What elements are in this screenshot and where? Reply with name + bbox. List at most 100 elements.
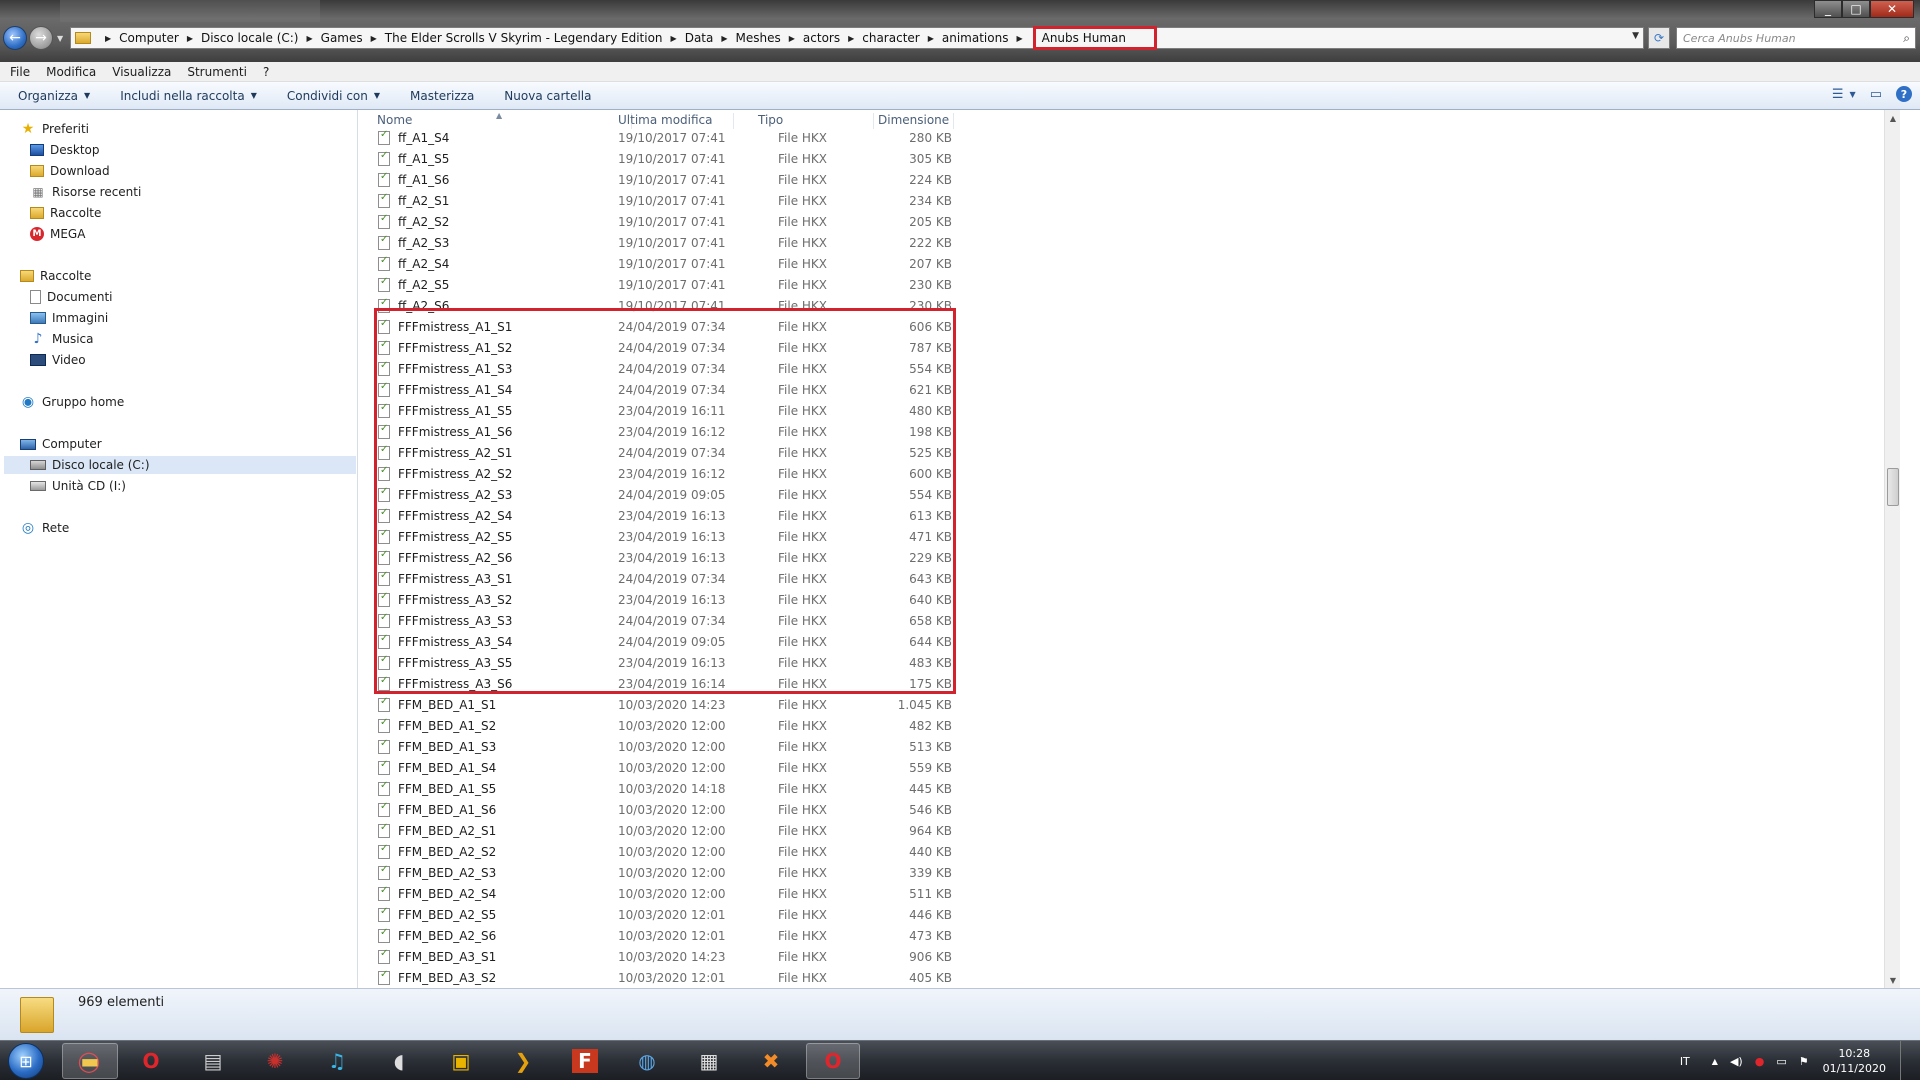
- breadcrumb-skyrim[interactable]: The Elder Scrolls V Skyrim - Legendary E…: [385, 31, 663, 45]
- taskbar-opera-active-icon[interactable]: O: [806, 1043, 860, 1079]
- back-button[interactable]: ←: [3, 26, 27, 50]
- menu-modifica[interactable]: Modifica: [46, 65, 96, 79]
- organizza-button[interactable]: Organizza ▼: [18, 89, 90, 103]
- nav-gruppo-home[interactable]: ◉ Gruppo home: [20, 393, 124, 411]
- nav-raccolte[interactable]: Raccolte: [20, 267, 91, 285]
- file-row[interactable]: ff_A2_S3 19/10/2017 07:41 File HKX 222 KB: [378, 232, 1298, 253]
- file-row[interactable]: FFM_BED_A1_S4 10/03/2020 12:00 File HKX 559…: [378, 757, 1298, 778]
- view-options-icon[interactable]: ☰: [1832, 87, 1844, 102]
- file-row[interactable]: FFM_BED_A1_S1 10/03/2020 14:23 File HKX 1.0…: [378, 694, 1298, 715]
- close-button[interactable]: ✕: [1870, 0, 1914, 18]
- nav-risorse-recenti[interactable]: ▦ Risorse recenti: [30, 183, 141, 201]
- nav-video[interactable]: Video: [30, 351, 86, 369]
- taskbar-itunes-icon[interactable]: ♫: [312, 1043, 362, 1079]
- forward-button[interactable]: →: [29, 26, 53, 50]
- nav-computer[interactable]: Computer: [20, 435, 102, 453]
- file-row[interactable]: FFFmistress_A1_S5 23/04/2019 16:11 File HK…: [378, 400, 1298, 421]
- recent-pages-dropdown[interactable]: ▼: [57, 34, 63, 43]
- breadcrumb-meshes[interactable]: Meshes: [736, 31, 781, 45]
- taskbar-filezilla-icon[interactable]: F: [560, 1043, 610, 1079]
- file-row[interactable]: FFFmistress_A3_S1 24/04/2019 07:34 File HK…: [378, 568, 1298, 589]
- file-row[interactable]: ff_A2_S4 19/10/2017 07:41 File HKX 207 KB: [378, 253, 1298, 274]
- file-row[interactable]: FFM_BED_A1_S3 10/03/2020 12:00 File HKX 513…: [378, 736, 1298, 757]
- file-row[interactable]: ff_A1_S4 19/10/2017 07:41 File HKX 280 KB: [378, 127, 1298, 148]
- nav-unita-cd[interactable]: Unità CD (I:): [30, 477, 126, 495]
- nav-desktop[interactable]: Desktop: [30, 141, 100, 159]
- taskbar-game-icon[interactable]: ✺: [250, 1043, 300, 1079]
- file-row[interactable]: FFFmistress_A1_S3 24/04/2019 07:34 File HK…: [378, 358, 1298, 379]
- file-row[interactable]: FFFmistress_A1_S6 23/04/2019 16:12 File HK…: [378, 421, 1298, 442]
- show-desktop-button[interactable]: [1900, 1041, 1910, 1080]
- volume-icon[interactable]: ◀): [1730, 1055, 1743, 1068]
- file-row[interactable]: FFM_BED_A1_S5 10/03/2020 14:18 File HKX 445…: [378, 778, 1298, 799]
- menu-help[interactable]: ?: [263, 65, 269, 79]
- nav-musica[interactable]: ♪ Musica: [30, 330, 94, 348]
- breadcrumb-computer[interactable]: Computer: [119, 31, 179, 45]
- network-tray-icon[interactable]: ▭: [1776, 1055, 1786, 1068]
- refresh-button[interactable]: ⟳: [1648, 27, 1670, 49]
- nav-rete[interactable]: ◎ Rete: [20, 519, 69, 537]
- chevron-right-icon[interactable]: ▶: [187, 34, 193, 43]
- nav-preferiti[interactable]: ★ Preferiti: [20, 120, 89, 138]
- chevron-right-icon[interactable]: ▶: [848, 34, 854, 43]
- file-row[interactable]: FFM_BED_A2_S3 10/03/2020 12:00 File HKX 339…: [378, 862, 1298, 883]
- file-row[interactable]: FFFmistress_A1_S1 24/04/2019 07:34 File HK…: [378, 316, 1298, 337]
- file-row[interactable]: FFM_BED_A1_S6 10/03/2020 12:00 File HKX 546…: [378, 799, 1298, 820]
- file-row[interactable]: ff_A1_S5 19/10/2017 07:41 File HKX 305 KB: [378, 148, 1298, 169]
- file-row[interactable]: FFFmistress_A3_S4 24/04/2019 09:05 File HK…: [378, 631, 1298, 652]
- file-row[interactable]: FFM_BED_A2_S6 10/03/2020 12:01 File HKX 473…: [378, 925, 1298, 946]
- maximize-button[interactable]: □: [1842, 0, 1870, 18]
- taskbar-explorer-icon[interactable]: ▬: [62, 1043, 118, 1079]
- breadcrumb-data[interactable]: Data: [685, 31, 714, 45]
- menu-visualizza[interactable]: Visualizza: [112, 65, 171, 79]
- file-row[interactable]: FFFmistress_A2_S4 23/04/2019 16:13 File HK…: [378, 505, 1298, 526]
- address-dropdown-icon[interactable]: ▼: [1632, 31, 1639, 41]
- chevron-right-icon[interactable]: ▶: [105, 34, 111, 43]
- breadcrumb-current-folder[interactable]: Anubs Human: [1032, 26, 1157, 50]
- chevron-right-icon[interactable]: ▶: [307, 34, 313, 43]
- file-row[interactable]: ff_A2_S6 19/10/2017 07:41 File HKX 230 KB: [378, 295, 1298, 316]
- file-row[interactable]: FFFmistress_A2_S3 24/04/2019 09:05 File HK…: [378, 484, 1298, 505]
- action-center-flag-icon[interactable]: ⚑: [1799, 1055, 1809, 1068]
- search-input[interactable]: Cerca Anubs Human ⌕: [1676, 27, 1916, 49]
- file-row[interactable]: FFM_BED_A2_S1 10/03/2020 12:00 File HKX 964…: [378, 820, 1298, 841]
- chevron-right-icon[interactable]: ▶: [789, 34, 795, 43]
- file-row[interactable]: FFM_BED_A1_S2 10/03/2020 12:00 File HKX 482…: [378, 715, 1298, 736]
- preview-pane-icon[interactable]: ▭: [1870, 87, 1882, 102]
- breadcrumb-animations[interactable]: animations: [942, 31, 1009, 45]
- file-row[interactable]: FFFmistress_A3_S2 23/04/2019 16:13 File HK…: [378, 589, 1298, 610]
- nav-download[interactable]: Download: [30, 162, 110, 180]
- scroll-thumb[interactable]: [1887, 468, 1899, 506]
- file-row[interactable]: ff_A2_S5 19/10/2017 07:41 File HKX 230 KB: [378, 274, 1298, 295]
- view-dropdown-icon[interactable]: ▼: [1850, 90, 1856, 99]
- breadcrumb-actors[interactable]: actors: [803, 31, 840, 45]
- menu-strumenti[interactable]: Strumenti: [187, 65, 247, 79]
- file-row[interactable]: FFFmistress_A3_S3 24/04/2019 07:34 File HK…: [378, 610, 1298, 631]
- help-icon[interactable]: ?: [1896, 86, 1912, 102]
- file-row[interactable]: FFFmistress_A2_S2 23/04/2019 16:12 File HK…: [378, 463, 1298, 484]
- nav-mega[interactable]: M MEGA: [30, 225, 85, 243]
- chevron-right-icon[interactable]: ▶: [1016, 34, 1022, 43]
- taskbar-notes-icon[interactable]: ▣: [436, 1043, 486, 1079]
- file-row[interactable]: FFFmistress_A3_S6 23/04/2019 16:14 File HK…: [378, 673, 1298, 694]
- file-row[interactable]: FFFmistress_A2_S5 23/04/2019 16:13 File HK…: [378, 526, 1298, 547]
- start-button[interactable]: ⊞: [8, 1043, 44, 1079]
- condividi-button[interactable]: Condividi con ▼: [287, 89, 380, 103]
- file-row[interactable]: ff_A2_S1 19/10/2017 07:41 File HKX 234 KB: [378, 190, 1298, 211]
- vertical-scrollbar[interactable]: ▲ ▼: [1884, 110, 1900, 988]
- scroll-up-icon[interactable]: ▲: [1885, 110, 1900, 126]
- file-row[interactable]: FFFmistress_A3_S5 23/04/2019 16:13 File HK…: [378, 652, 1298, 673]
- file-row[interactable]: FFFmistress_A2_S6 23/04/2019 16:13 File HK…: [378, 547, 1298, 568]
- breadcrumb-disco-locale[interactable]: Disco locale (C:): [201, 31, 299, 45]
- chevron-right-icon[interactable]: ▶: [928, 34, 934, 43]
- chevron-right-icon[interactable]: ▶: [721, 34, 727, 43]
- mega-tray-icon[interactable]: ●: [1755, 1055, 1765, 1068]
- includi-button[interactable]: Includi nella raccolta ▼: [120, 89, 257, 103]
- nav-disco-locale[interactable]: Disco locale (C:): [4, 456, 356, 474]
- breadcrumb-games[interactable]: Games: [321, 31, 363, 45]
- file-row[interactable]: FFM_BED_A2_S5 10/03/2020 12:01 File HKX 446…: [378, 904, 1298, 925]
- taskbar-plex-icon[interactable]: ❯: [498, 1043, 548, 1079]
- nuova-cartella-button[interactable]: Nuova cartella: [504, 89, 591, 103]
- chevron-right-icon[interactable]: ▶: [671, 34, 677, 43]
- taskbar-audio-icon[interactable]: ◖: [374, 1043, 424, 1079]
